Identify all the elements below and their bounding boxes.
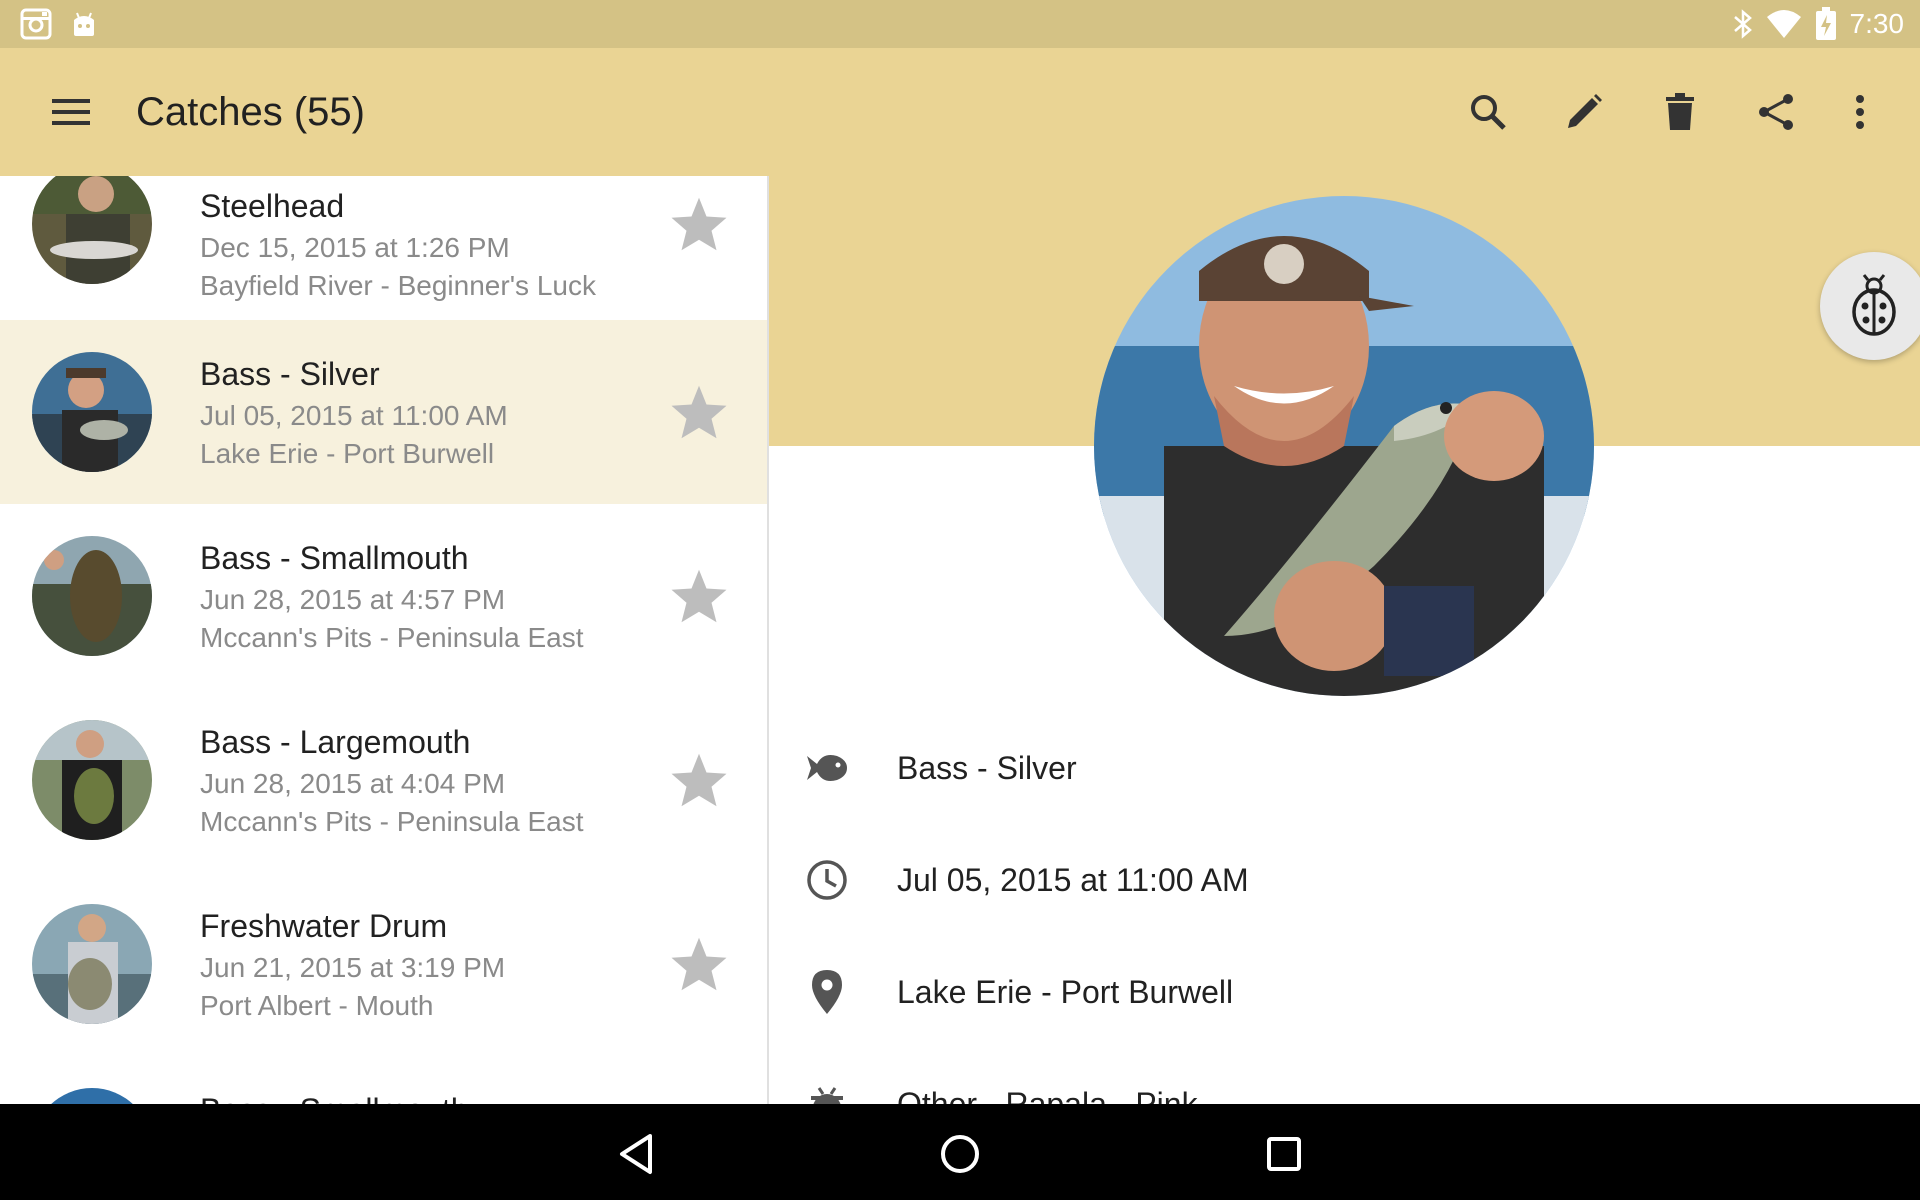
back-icon[interactable] (604, 1122, 668, 1186)
app-bar: Catches (55) (0, 48, 1920, 176)
avatar (32, 176, 152, 284)
home-icon[interactable] (928, 1122, 992, 1186)
system-nav-bar (0, 1104, 1920, 1200)
star-icon[interactable] (664, 929, 734, 999)
bait-icon (799, 1076, 855, 1104)
android-icon (68, 0, 100, 48)
avatar (32, 352, 152, 472)
catch-location: Port Albert - Mouth (200, 990, 434, 1021)
catch-photo (1094, 196, 1594, 696)
catch-species: Bass - Smallmouth (200, 1092, 469, 1104)
edit-icon[interactable] (1552, 80, 1616, 144)
ladybug-icon (1846, 274, 1902, 338)
star-icon[interactable] (664, 189, 734, 259)
avatar (32, 904, 152, 1024)
avatar (32, 536, 152, 656)
page-title: Catches (55) (136, 90, 365, 134)
catch-species: Steelhead (200, 188, 345, 224)
delete-icon[interactable] (1648, 80, 1712, 144)
detail-bait-row: Other - Rapala - Pink (769, 1054, 1920, 1104)
detail-date-row: Jul 05, 2015 at 11:00 AM (769, 830, 1920, 930)
catch-datetime: Jun 21, 2015 at 3:19 PM (200, 952, 506, 983)
detail-species-row: Bass - Silver (769, 718, 1920, 818)
status-bar: 7:30 (0, 0, 1920, 48)
wifi-icon (1764, 0, 1804, 48)
catch-species: Bass - Silver (200, 356, 380, 392)
list-item[interactable]: Bass - Silver Jul 05, 2015 at 11:00 AM L… (0, 320, 767, 504)
search-icon[interactable] (1456, 80, 1520, 144)
star-icon[interactable] (664, 745, 734, 815)
avatar (32, 720, 152, 840)
more-vert-icon[interactable] (1828, 80, 1892, 144)
list-item[interactable]: Freshwater Drum Jun 21, 2015 at 3:19 PM … (0, 872, 767, 1056)
catch-species: Bass - Largemouth (200, 724, 471, 760)
location-pin-icon (799, 964, 855, 1020)
catch-datetime: Jun 28, 2015 at 4:57 PM (200, 584, 506, 615)
star-icon[interactable] (664, 561, 734, 631)
catch-location: Mccann's Pits - Peninsula East (200, 806, 584, 837)
bug-report-button[interactable] (1820, 252, 1920, 360)
catch-location: Lake Erie - Port Burwell (200, 438, 495, 469)
avatar (32, 1088, 152, 1104)
catch-species: Bass - Smallmouth (200, 540, 469, 576)
bluetooth-icon (1728, 0, 1758, 48)
share-icon[interactable] (1744, 80, 1808, 144)
list-item[interactable]: Steelhead Dec 15, 2015 at 1:26 PM Bayfie… (0, 176, 767, 316)
detail-location: Lake Erie - Port Burwell (897, 974, 1234, 1010)
clock-icon (799, 852, 855, 908)
detail-species: Bass - Silver (897, 750, 1077, 786)
star-icon[interactable] (664, 377, 734, 447)
fish-icon (799, 740, 855, 796)
battery-icon (1812, 0, 1840, 48)
catch-list: Steelhead Dec 15, 2015 at 1:26 PM Bayfie… (0, 176, 767, 1104)
catch-datetime: Jun 28, 2015 at 4:04 PM (200, 768, 506, 799)
catch-location: Bayfield River - Beginner's Luck (200, 270, 596, 301)
detail-datetime: Jul 05, 2015 at 11:00 AM (897, 862, 1249, 898)
status-time: 7:30 (1849, 8, 1905, 39)
catch-datetime: Dec 15, 2015 at 1:26 PM (200, 232, 510, 263)
catch-location: Mccann's Pits - Peninsula East (200, 622, 584, 653)
catch-species: Freshwater Drum (200, 908, 448, 944)
recents-icon[interactable] (1252, 1122, 1316, 1186)
menu-icon[interactable] (44, 84, 100, 140)
list-item[interactable]: Bass - Smallmouth (0, 1056, 767, 1104)
list-item[interactable]: Bass - Smallmouth Jun 28, 2015 at 4:57 P… (0, 504, 767, 688)
instagram-icon (18, 0, 54, 48)
detail-bait: Other - Rapala - Pink (897, 1086, 1198, 1104)
detail-location-row: Lake Erie - Port Burwell (769, 942, 1920, 1042)
catch-datetime: Jul 05, 2015 at 11:00 AM (200, 400, 508, 431)
list-item[interactable]: Bass - Largemouth Jun 28, 2015 at 4:04 P… (0, 688, 767, 872)
